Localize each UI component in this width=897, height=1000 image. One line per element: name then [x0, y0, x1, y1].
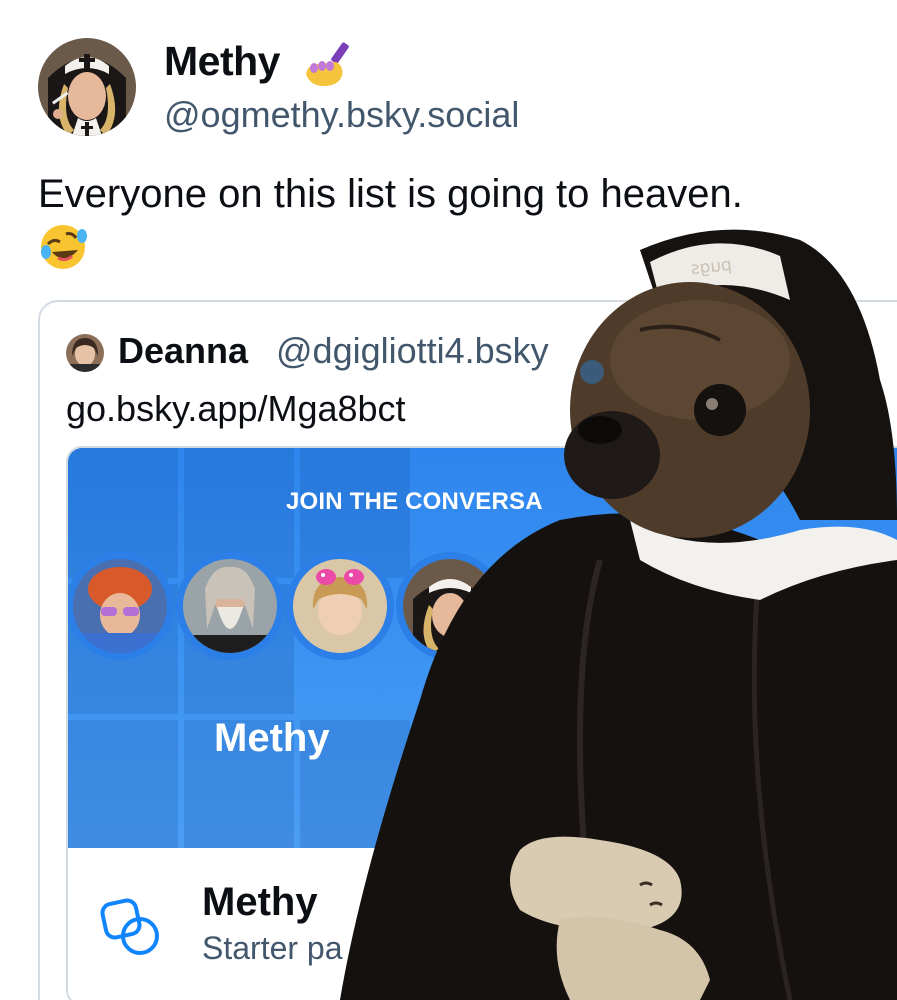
author-display-name[interactable]: Methy — [164, 38, 280, 85]
post-page: Methy @ogmethy.bsky.social Everyone on t… — [0, 0, 897, 1000]
member-avatar — [176, 552, 284, 660]
starter-pack-icon — [100, 898, 159, 955]
post-text: Everyone on this list is going to heaven… — [38, 172, 743, 216]
member-avatar — [286, 552, 394, 660]
banner-name: Methy — [214, 716, 330, 760]
link-card-title: Methy — [202, 880, 318, 924]
quote-author-handle[interactable]: @dgigliotti4.bsky — [276, 330, 549, 372]
member-avatar — [396, 552, 504, 660]
rolling-on-floor-laughing-emoji — [41, 225, 87, 269]
nail-polish-emoji — [306, 42, 349, 86]
quote-author-name[interactable]: Deanna — [118, 330, 248, 372]
author-avatar[interactable] — [38, 38, 136, 136]
banner-title: JOIN THE CONVERSA — [286, 488, 543, 515]
link-card-footer: Methy Starter pa — [68, 848, 897, 1000]
member-avatar — [68, 552, 174, 660]
starter-pack-banner: JOIN THE CONVERSA Methy — [68, 448, 897, 848]
link-card-subtitle: Starter pa — [202, 930, 343, 966]
quote-author-avatar[interactable] — [66, 334, 104, 372]
quote-text-link[interactable]: go.bsky.app/Mga8bct — [66, 388, 406, 430]
headband-text: pugs — [690, 255, 733, 279]
author-handle[interactable]: @ogmethy.bsky.social — [164, 94, 519, 136]
starter-pack-link-card[interactable]: JOIN THE CONVERSA Methy Methy Starter pa — [66, 446, 897, 1000]
